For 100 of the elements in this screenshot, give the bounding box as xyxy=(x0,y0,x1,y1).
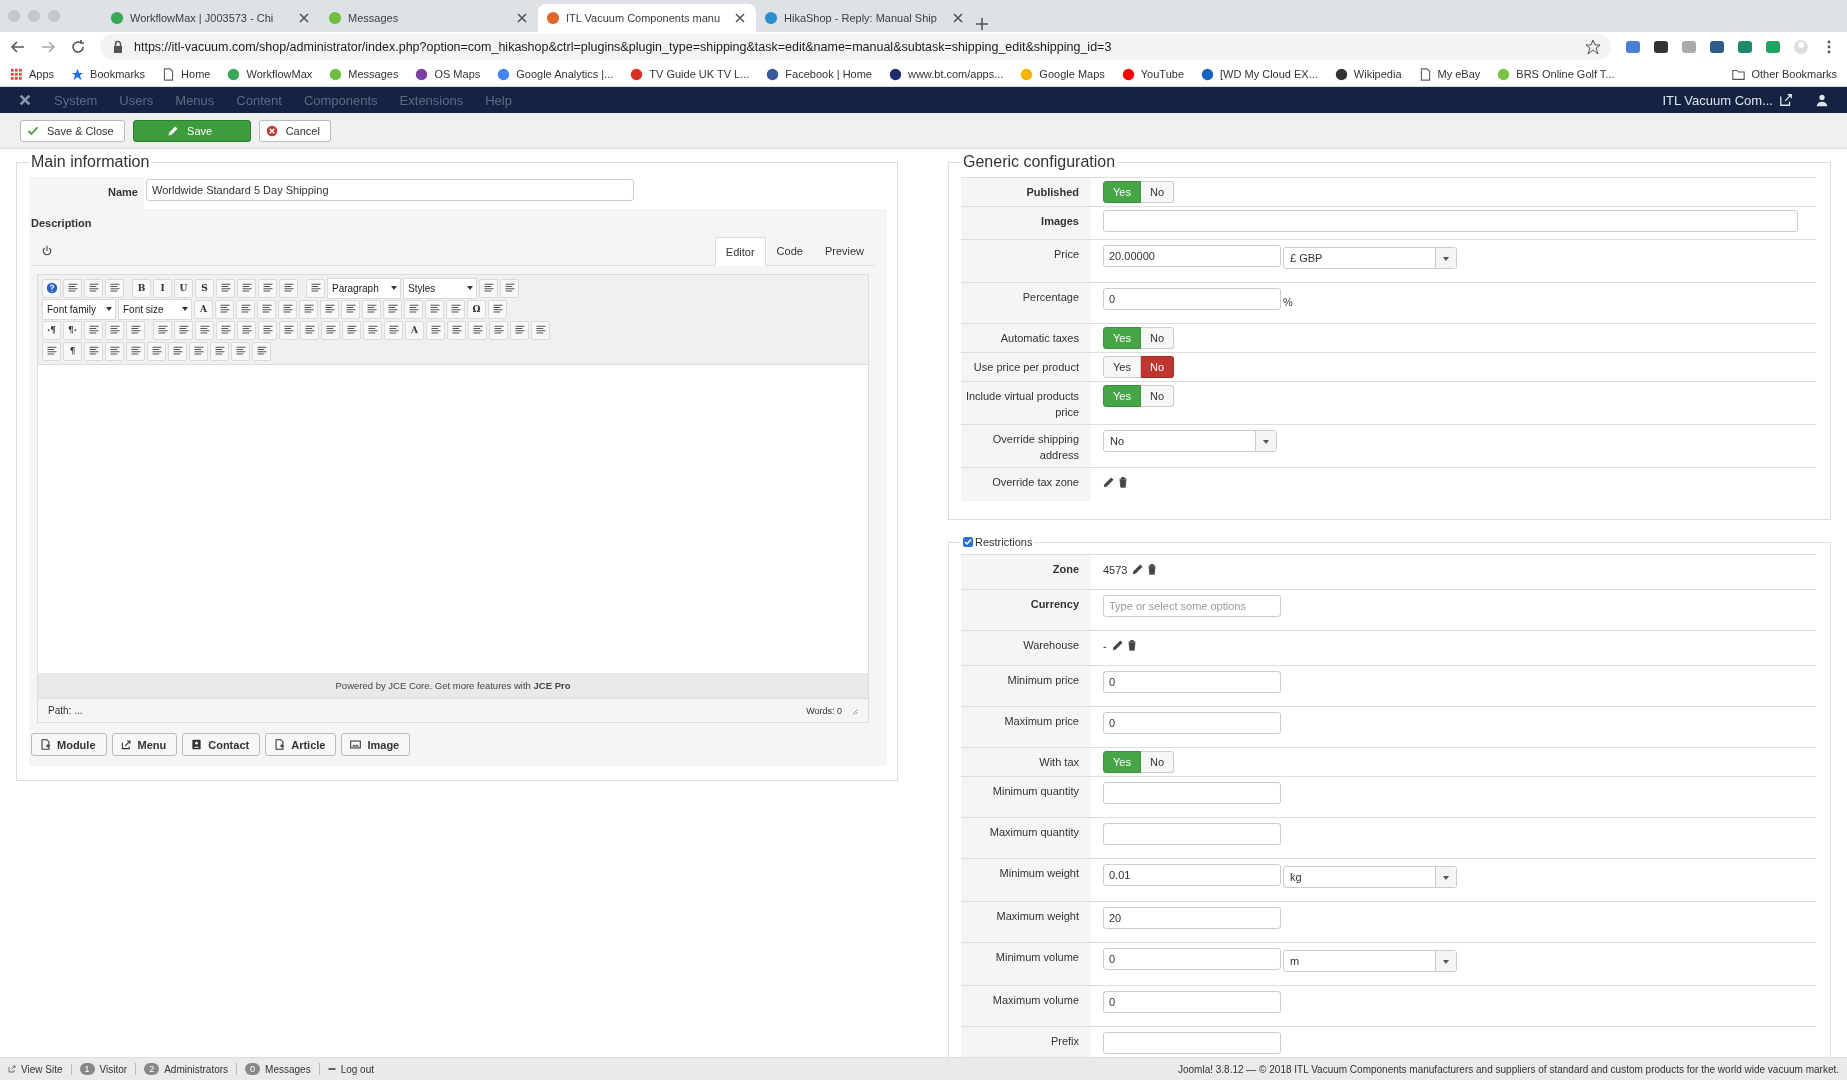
format-button[interactable]: I xyxy=(153,278,172,298)
pencil-icon[interactable] xyxy=(1111,639,1124,651)
editor-tool-button[interactable] xyxy=(252,341,271,361)
trash-icon[interactable] xyxy=(1125,639,1138,651)
status-link[interactable]: Log out xyxy=(340,1063,375,1075)
editor-tool-button[interactable] xyxy=(426,320,445,340)
editor-tool-button[interactable] xyxy=(468,320,487,340)
editor-tool-button[interactable] xyxy=(236,299,255,319)
editor-tool-button[interactable] xyxy=(383,299,402,319)
editor-tool-button[interactable] xyxy=(231,341,250,361)
editor-tool-button[interactable] xyxy=(189,341,208,361)
editor-tool-button[interactable] xyxy=(300,320,319,340)
bookmark[interactable]: My eBay xyxy=(1418,67,1481,81)
text-field[interactable]: 0 xyxy=(1103,712,1281,734)
format-button[interactable]: ¶· xyxy=(63,320,82,340)
editor-tool-button[interactable] xyxy=(258,320,277,340)
insert-button[interactable]: Article xyxy=(265,733,337,756)
editor-tool-button[interactable] xyxy=(363,320,382,340)
format-button[interactable]: B xyxy=(132,278,151,298)
text-field[interactable]: 20 xyxy=(1103,907,1281,929)
editor-tool-button[interactable] xyxy=(488,299,507,319)
editor-tool-button[interactable] xyxy=(84,320,103,340)
format-button[interactable]: ¶ xyxy=(63,341,82,361)
browser-tab[interactable]: WorkflowMax | J003573 - Chi xyxy=(102,4,320,32)
insert-button[interactable]: Image xyxy=(341,733,411,756)
editor-tool-button[interactable] xyxy=(306,278,325,298)
browser-tab[interactable]: ITL Vacuum Components manu xyxy=(538,4,756,32)
editor-tool-button[interactable] xyxy=(299,299,318,319)
bookmark[interactable]: BRS Online Golf T... xyxy=(1497,67,1615,81)
editor-tool-button[interactable] xyxy=(195,320,214,340)
editor-tab[interactable]: Code xyxy=(765,236,814,265)
editor-tool-button[interactable] xyxy=(404,299,423,319)
editor-tool-button[interactable] xyxy=(278,299,297,319)
editor-tool-button[interactable] xyxy=(531,320,550,340)
editor-tool-button[interactable] xyxy=(105,278,124,298)
editor-tool-button[interactable] xyxy=(168,341,187,361)
toggle-option[interactable]: No xyxy=(1140,327,1174,349)
editor-tool-button[interactable] xyxy=(84,341,103,361)
bookmark[interactable]: Google Maps xyxy=(1020,67,1105,81)
editor-tab[interactable]: Editor xyxy=(714,237,766,266)
dropdown[interactable]: No xyxy=(1103,430,1277,452)
editor-dropdown[interactable]: Paragraph xyxy=(327,277,401,299)
editor-tool-button[interactable] xyxy=(362,299,381,319)
format-button[interactable]: A xyxy=(194,299,213,319)
browser-tab[interactable]: Messages xyxy=(320,4,538,32)
bookmark[interactable]: [WD My Cloud EX... xyxy=(1201,67,1318,81)
editor-tool-button[interactable] xyxy=(510,320,529,340)
power-toggle-button[interactable] xyxy=(41,245,53,257)
insert-button[interactable]: Menu xyxy=(111,733,178,756)
editor-tool-button[interactable] xyxy=(257,299,276,319)
name-field[interactable]: Worldwide Standard 5 Day Shipping xyxy=(146,179,634,201)
editor-tool-button[interactable] xyxy=(126,320,145,340)
insert-button[interactable]: Contact xyxy=(182,733,261,756)
text-field[interactable] xyxy=(1103,1032,1281,1054)
editor-dropdown[interactable]: Font family xyxy=(42,298,116,320)
url-field[interactable]: https://itl-vacuum.com/shop/administrator/index.php?option=com_hikashop&ctrl=plugins&plugin_type=shipping&task=edit&name=manual&subtask=shipping_edit&shipping_id=3 xyxy=(100,34,1611,60)
editor-tool-button[interactable] xyxy=(84,278,103,298)
editor-tool-button[interactable] xyxy=(126,341,145,361)
text-field[interactable]: 0 xyxy=(1103,671,1281,693)
text-field[interactable] xyxy=(1103,823,1281,845)
browser-tab[interactable]: HikaShop - Reply: Manual Ship xyxy=(756,4,974,32)
status-link[interactable]: Administrators xyxy=(164,1063,229,1075)
pencil-icon[interactable] xyxy=(1103,476,1115,488)
bookmark[interactable]: OS Maps xyxy=(415,67,481,81)
status-link[interactable]: Visitor xyxy=(99,1063,128,1075)
editor-tab[interactable]: Preview xyxy=(813,236,875,265)
editor-dropdown[interactable]: Font size xyxy=(118,298,192,320)
toggle-option[interactable]: No xyxy=(1140,181,1174,203)
text-field[interactable] xyxy=(1103,782,1281,804)
text-field[interactable] xyxy=(1103,210,1798,232)
bookmark[interactable]: Google Analytics |... xyxy=(497,67,614,81)
editor-tool-button[interactable] xyxy=(500,278,519,298)
format-button[interactable]: Ω xyxy=(467,299,486,319)
editor-tool-button[interactable] xyxy=(215,299,234,319)
editor-tool-button[interactable] xyxy=(446,299,465,319)
bookmark[interactable]: Wikipedia xyxy=(1334,67,1402,81)
editor-tool-button[interactable] xyxy=(321,320,340,340)
editor-tool-button[interactable] xyxy=(42,341,61,361)
editor-tool-button[interactable] xyxy=(425,299,444,319)
text-field[interactable]: 0 xyxy=(1103,948,1281,970)
editor-tool-button[interactable] xyxy=(105,320,124,340)
checkbox[interactable] xyxy=(963,537,973,547)
bookmark[interactable]: Bookmarks xyxy=(71,67,146,81)
trash-icon[interactable] xyxy=(1117,476,1129,488)
bookmark[interactable]: WorkflowMax xyxy=(227,67,313,81)
bookmark[interactable]: Apps xyxy=(10,67,55,81)
editor-tool-button[interactable] xyxy=(479,278,498,298)
editor-tool-button[interactable] xyxy=(341,299,360,319)
editor-tool-button[interactable] xyxy=(174,320,193,340)
editor-tool-button[interactable] xyxy=(210,341,229,361)
editor-tool-button[interactable] xyxy=(447,320,466,340)
status-link[interactable]: Messages xyxy=(265,1063,311,1075)
editor-tool-button[interactable] xyxy=(63,278,82,298)
text-field[interactable]: 0 xyxy=(1103,991,1281,1013)
editor-tool-button[interactable] xyxy=(237,278,256,298)
trash-icon[interactable] xyxy=(1146,563,1159,575)
dropdown[interactable]: kg xyxy=(1283,866,1457,888)
editor-tool-button[interactable] xyxy=(153,320,172,340)
dropdown[interactable]: m xyxy=(1283,950,1457,972)
toggle-option[interactable]: Yes xyxy=(1103,356,1141,378)
